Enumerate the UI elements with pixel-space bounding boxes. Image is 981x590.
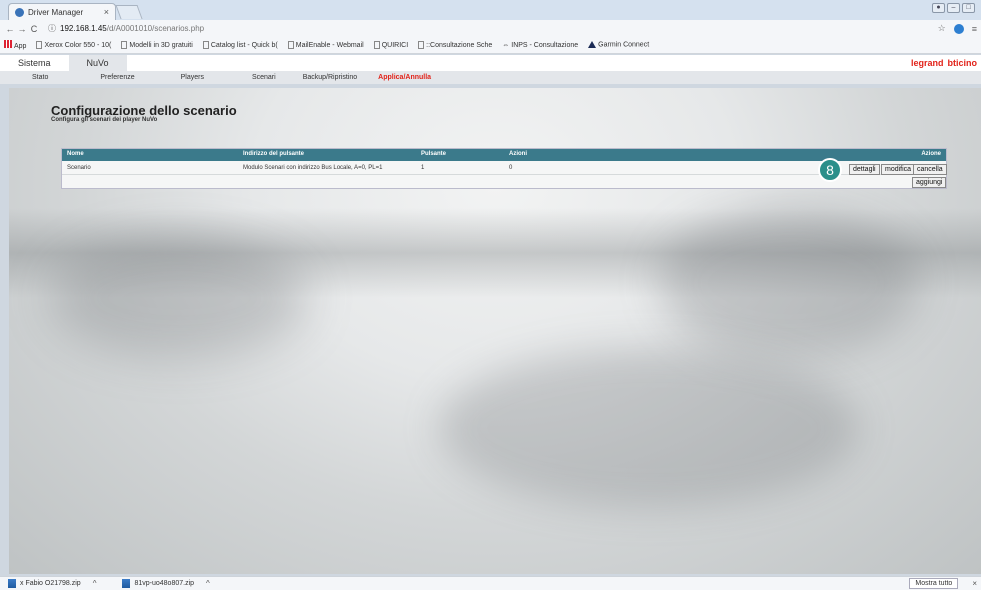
new-tab-button[interactable] — [115, 5, 143, 19]
col-pulsante: Pulsante — [421, 151, 447, 157]
bookmark-item[interactable]: MailEnable - Webmail — [287, 41, 364, 49]
subnav-stato[interactable]: Stato — [32, 74, 48, 81]
page-title: Configurazione dello scenario — [51, 103, 237, 118]
app-header: Sistema NuVo legrand bticino — [0, 55, 981, 71]
page-icon — [36, 41, 43, 49]
favicon-icon — [15, 7, 24, 17]
brand-logo: legrand bticino — [910, 58, 977, 68]
url-field[interactable]: ⓘ 192.168.1.45/d/A0001010/scenarios.php — [48, 23, 204, 34]
page-icon — [418, 41, 425, 49]
browser-titlebar: Driver Manager × ● – □ — [0, 0, 981, 20]
subnav-backup[interactable]: Backup/Ripristino — [303, 74, 357, 81]
subnav-applica[interactable]: Applica/Annulla — [378, 74, 431, 81]
tab-nuvo[interactable]: NuVo — [68, 55, 127, 71]
col-indirizzo: Indirizzo del pulsante — [243, 151, 305, 157]
cell-indirizzo: Modulo Scenari con indirizzo Bus Locale,… — [243, 165, 383, 171]
page-icon — [373, 41, 380, 49]
link-icon: ⇔ — [502, 41, 512, 49]
scenario-table: Nome Indirizzo del pulsante Pulsante Azi… — [61, 148, 947, 189]
background-decoration — [439, 348, 859, 508]
close-icon[interactable]: × — [972, 579, 977, 588]
col-azione: Azione — [921, 151, 941, 157]
bookmark-apps[interactable]: App — [4, 40, 26, 50]
sub-navigation: Stato Preferenze Players Scenari Backup/… — [0, 71, 981, 84]
maximize-icon[interactable]: □ — [962, 3, 975, 13]
cell-pulsante: 1 — [421, 165, 425, 171]
download-bar: x Fabio O21798.zip ^ 81vp-uo48o807.zip ^… — [0, 576, 981, 590]
page-subtitle: Configura gli scenari dei player NuVo — [51, 117, 158, 123]
aggiungi-button[interactable]: aggiungi — [912, 177, 947, 188]
bookmark-item[interactable]: Garmin Connect — [588, 41, 649, 49]
chevron-up-icon[interactable]: ^ — [93, 579, 97, 588]
bookmark-item[interactable]: ⇔ INPS - Consultazione — [502, 42, 578, 49]
url-path: /d/A0001010/scenarios.php — [106, 24, 205, 33]
tab-title: Driver Manager — [28, 7, 84, 17]
subnav-players[interactable]: Players — [181, 74, 204, 81]
download-item[interactable]: 81vp-uo48o807.zip ^ — [122, 579, 210, 588]
table-header: Nome Indirizzo del pulsante Pulsante Azi… — [62, 149, 946, 161]
subnav-preferenze[interactable]: Preferenze — [100, 74, 134, 81]
background-decoration — [659, 208, 919, 358]
forward-icon[interactable]: → — [16, 24, 28, 34]
apps-icon — [4, 40, 12, 48]
col-nome: Nome — [67, 151, 84, 157]
menu-icon[interactable]: ≡ — [972, 24, 977, 34]
reload-icon[interactable]: C — [28, 24, 40, 34]
extension-icon[interactable] — [953, 23, 964, 34]
modifica-button[interactable]: modifica — [881, 164, 916, 175]
zip-file-icon — [8, 579, 16, 588]
cell-nome: Scenario — [67, 165, 91, 171]
zip-file-icon — [122, 579, 131, 588]
page-icon — [121, 41, 128, 49]
show-all-button[interactable]: Mostra tutto — [909, 578, 959, 589]
bookmark-item[interactable]: Modelli in 3D gratuiti — [121, 41, 193, 49]
tab-sistema[interactable]: Sistema — [0, 55, 69, 71]
step-callout: 8 — [818, 158, 842, 182]
bookmark-item[interactable]: ::Consultazione Sche — [418, 41, 492, 49]
download-item[interactable]: x Fabio O21798.zip ^ — [8, 579, 96, 588]
chevron-up-icon[interactable]: ^ — [206, 579, 210, 588]
user-icon[interactable]: ● — [932, 3, 945, 13]
bookmark-item[interactable]: Xerox Color 550 - 10( — [36, 41, 111, 49]
cancella-button[interactable]: cancella — [913, 164, 947, 175]
page-icon — [202, 41, 209, 49]
table-row: Scenario Modulo Scenari con indirizzo Bu… — [62, 161, 946, 175]
minimize-icon[interactable]: – — [947, 3, 960, 13]
bookmarks-bar: App Xerox Color 550 - 10( Modelli in 3D … — [0, 37, 981, 54]
back-icon[interactable]: ← — [4, 24, 16, 34]
background-decoration — [49, 238, 309, 358]
dettagli-button[interactable]: dettagli — [849, 164, 880, 175]
address-bar: ← → C ⓘ 192.168.1.45/d/A0001010/scenario… — [0, 20, 981, 37]
garmin-icon — [588, 41, 597, 49]
subnav-scenari[interactable]: Scenari — [252, 74, 276, 81]
col-azioni: Azioni — [509, 151, 527, 157]
star-icon[interactable]: ☆ — [938, 23, 946, 34]
bookmark-item[interactable]: QUIRICI — [373, 41, 408, 49]
url-host: 192.168.1.45 — [60, 24, 107, 33]
cell-azioni: 0 — [509, 165, 513, 171]
window-controls: ● – □ — [932, 3, 975, 13]
tab-close-button[interactable]: × — [104, 7, 109, 17]
bookmark-item[interactable]: Catalog list - Quick b( — [202, 41, 278, 49]
page-icon — [287, 41, 294, 49]
browser-tab[interactable]: Driver Manager × — [8, 3, 116, 20]
info-icon: ⓘ — [48, 24, 56, 33]
